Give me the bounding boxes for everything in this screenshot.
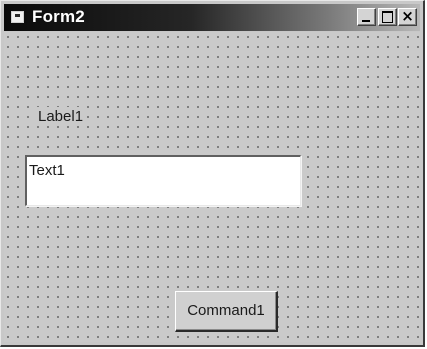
close-icon: × xyxy=(401,7,414,25)
minimize-button[interactable] xyxy=(357,8,376,26)
title-bar[interactable]: Form2 × xyxy=(4,4,420,31)
system-menu-icon[interactable] xyxy=(11,11,24,23)
text-box-value: Text1 xyxy=(29,162,65,179)
close-button[interactable]: × xyxy=(398,7,417,26)
text-box-control[interactable]: Text1 xyxy=(25,155,301,206)
label-control[interactable]: Label1 xyxy=(36,107,86,126)
maximize-button[interactable] xyxy=(378,8,397,26)
form-design-surface[interactable]: Label1 Text1 Command1 xyxy=(4,32,420,342)
command-button[interactable]: Command1 xyxy=(175,291,278,332)
window-title: Form2 xyxy=(32,7,85,26)
form-window: Form2 × Label1 Text1 Command1 xyxy=(0,0,425,347)
